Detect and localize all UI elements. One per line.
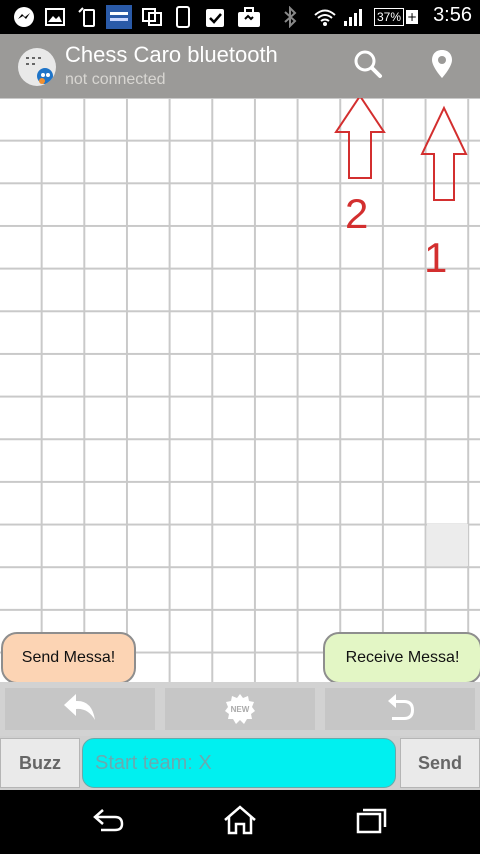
annotation-label-search: 2: [345, 190, 369, 237]
bluetooth-icon: [281, 6, 299, 28]
game-toolbar: NEW: [0, 682, 480, 736]
location-button[interactable]: [422, 46, 462, 86]
app-logo: [18, 48, 56, 86]
new-badge-label: NEW: [230, 704, 250, 714]
search-button[interactable]: [348, 46, 388, 86]
wifi-icon: [312, 6, 338, 28]
new-game-button[interactable]: NEW: [165, 688, 315, 730]
game-board[interactable]: 2 1: [0, 98, 480, 682]
status-time: 3:56: [433, 4, 472, 26]
messenger-icon: [12, 6, 36, 28]
search-icon: [353, 49, 383, 83]
back-button[interactable]: [78, 804, 138, 840]
buzz-button[interactable]: Buzz: [0, 738, 80, 788]
connection-status: not connected: [65, 71, 166, 88]
send-button[interactable]: Send: [400, 738, 480, 788]
phone-rotate-icon: [76, 6, 98, 28]
clipboard-check-icon: [202, 6, 228, 28]
redo-button[interactable]: [325, 688, 475, 730]
recents-icon: [356, 806, 388, 838]
app-title: Chess Caro bluetooth: [65, 42, 278, 67]
phone-icon: [174, 6, 192, 28]
app-badge-icon: [106, 5, 132, 29]
undo-button[interactable]: [5, 688, 155, 730]
back-icon: [91, 807, 125, 837]
undo-icon: [62, 692, 98, 726]
copy-icon: [140, 6, 164, 28]
system-nav-bar: [0, 790, 480, 854]
receive-message-button[interactable]: Receive Messa!: [323, 632, 480, 684]
recents-button[interactable]: [342, 804, 402, 840]
status-bar: 37% + 3:56: [0, 0, 480, 34]
signal-icon: [342, 6, 366, 28]
redo-icon: [384, 692, 416, 726]
app-bar: Chess Caro bluetooth not connected: [0, 34, 480, 98]
image-icon: [44, 6, 66, 28]
selected-cell[interactable]: [427, 524, 468, 566]
annotation-arrow-pin: [420, 105, 468, 201]
annotation-arrow-search: [334, 98, 386, 179]
battery-percent: 37%: [376, 10, 402, 24]
home-button[interactable]: [210, 804, 270, 840]
message-input-row: Buzz Send: [0, 736, 480, 790]
location-pin-icon: [431, 49, 453, 83]
briefcase-icon: [236, 6, 262, 28]
annotation-label-pin: 1: [424, 234, 448, 281]
message-input[interactable]: [82, 738, 396, 788]
home-icon: [222, 804, 258, 840]
battery-icon: 37% +: [370, 6, 422, 28]
new-badge-icon: NEW: [224, 693, 256, 725]
send-message-button[interactable]: Send Messa!: [1, 632, 136, 684]
